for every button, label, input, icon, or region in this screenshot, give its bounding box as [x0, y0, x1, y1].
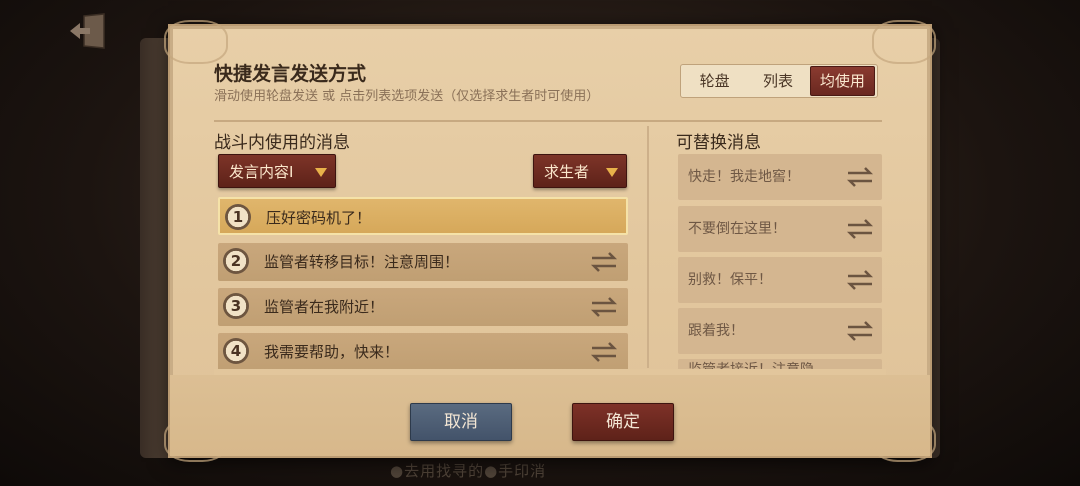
cancel-button[interactable]: 取消: [410, 403, 512, 441]
mode-list-button[interactable]: 列表: [746, 67, 809, 95]
swap-icon[interactable]: [846, 270, 874, 290]
message-text: 监管者转移目标！注意周围！: [264, 253, 460, 271]
role-dropdown[interactable]: 求生者: [533, 154, 627, 188]
quick-chat-settings-dialog: 快捷发言发送方式 滑动使用轮盘发送 或 点击列表选项发送（仅选择求生者时可使用）…: [164, 20, 936, 462]
message-row[interactable]: 1 压好密码机了！: [218, 197, 628, 235]
dialog-footer: [170, 375, 930, 456]
swap-icon[interactable]: [846, 167, 874, 187]
role-dropdown-label: 求生者: [544, 163, 590, 181]
corner-ornament: [164, 20, 228, 64]
alt-message-text: 不要倒在这里！: [688, 221, 786, 237]
swap-icon[interactable]: [590, 342, 618, 362]
alt-message-row[interactable]: 别救！保平！: [678, 257, 882, 303]
exit-door-icon[interactable]: [66, 10, 112, 52]
alt-message-text: 跟着我！: [688, 323, 744, 339]
dropdown-arrow-icon: [606, 168, 618, 177]
message-number-badge: 1: [225, 204, 251, 230]
replaceable-messages-title: 可替换消息: [676, 133, 761, 153]
alt-message-row[interactable]: 跟着我！: [678, 308, 882, 354]
section-divider: [647, 126, 649, 368]
content-set-dropdown[interactable]: 发言内容Ⅰ: [218, 154, 336, 188]
alt-message-row[interactable]: 快走！我走地窖！: [678, 154, 882, 200]
dropdown-arrow-icon: [315, 168, 327, 177]
dialog-subtitle: 滑动使用轮盘发送 或 点击列表选项发送（仅选择求生者时可使用）: [214, 89, 600, 104]
swap-icon[interactable]: [846, 219, 874, 239]
alt-message-row[interactable]: 不要倒在这里！: [678, 206, 882, 252]
alt-message-text: 别救！保平！: [688, 272, 772, 288]
content-set-dropdown-label: 发言内容Ⅰ: [229, 163, 294, 181]
message-row[interactable]: 3 监管者在我附近！: [218, 288, 628, 326]
message-text: 监管者在我附近！: [264, 298, 385, 316]
message-text: 我需要帮助，快来！: [264, 343, 400, 361]
message-row[interactable]: 2 监管者转移目标！注意周围！: [218, 243, 628, 281]
swap-icon[interactable]: [590, 297, 618, 317]
swap-icon[interactable]: [846, 321, 874, 341]
send-mode-toggle: 轮盘 列表 均使用: [680, 64, 878, 98]
message-text: 压好密码机了！: [266, 209, 372, 227]
dialog-title: 快捷发言发送方式: [214, 63, 367, 85]
confirm-button[interactable]: 确定: [572, 403, 674, 441]
background-hint-text: ●去用找寻的●手印消: [390, 462, 547, 480]
mode-both-button[interactable]: 均使用: [809, 66, 875, 96]
alt-message-text: 快走！我走地窖！: [688, 169, 800, 185]
swap-icon[interactable]: [590, 252, 618, 272]
header-divider: [214, 120, 882, 122]
message-number-badge: 2: [223, 248, 249, 274]
message-row[interactable]: 4 我需要帮助，快来！: [218, 333, 628, 371]
mode-wheel-button[interactable]: 轮盘: [683, 67, 746, 95]
message-number-badge: 3: [223, 293, 249, 319]
message-number-badge: 4: [223, 338, 249, 364]
corner-ornament: [872, 20, 936, 64]
battle-messages-title: 战斗内使用的消息: [214, 133, 350, 153]
